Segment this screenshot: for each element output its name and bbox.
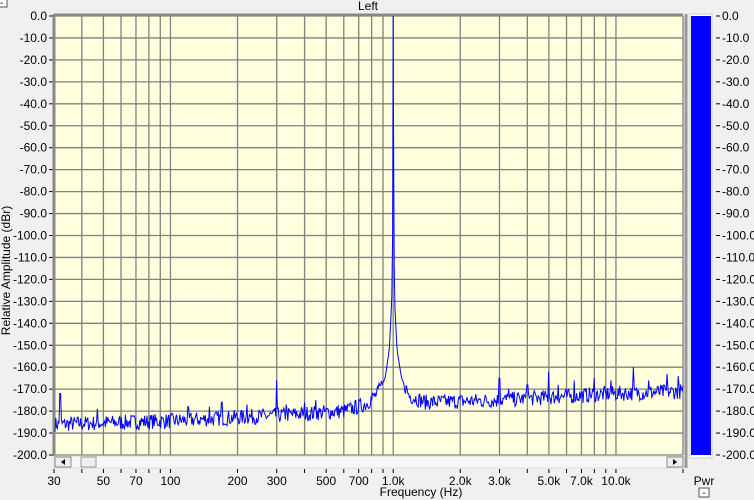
y-tick-label: -170.0 — [13, 382, 47, 396]
x-tick-label: 50 — [97, 474, 111, 488]
y-tick-label: -180.0 — [13, 404, 47, 418]
y-tick-label: -30.0 — [20, 75, 48, 89]
y-tick-label: 0.0 — [30, 9, 47, 23]
meter-tick-label: -90.0 — [722, 207, 750, 221]
x-tick-label: 5.0k — [538, 474, 562, 488]
meter-tick-label: -140.0 — [722, 316, 754, 330]
y-tick-label: -90.0 — [20, 207, 48, 221]
meter-bar — [691, 16, 711, 455]
x-tick-label: 500 — [316, 474, 336, 488]
x-tick-label: 7.0k — [570, 474, 594, 488]
meter-tick-label: -80.0 — [722, 185, 750, 199]
meter-tick-label: -200.0 — [722, 448, 754, 462]
meter-label: Pwr — [694, 474, 715, 488]
meter-tick-label: -10.0 — [722, 31, 750, 45]
x-tick-label: 10.0k — [601, 474, 631, 488]
meter-tick-label: -100.0 — [722, 229, 754, 243]
meter-tick-label: -30.0 — [722, 75, 750, 89]
x-tick-label: 300 — [267, 474, 287, 488]
y-tick-label: -80.0 — [20, 185, 48, 199]
x-tick-label: 70 — [129, 474, 143, 488]
meter-tick-label: -50.0 — [722, 119, 750, 133]
y-tick-label: -130.0 — [13, 294, 47, 308]
meter-tick-label: -190.0 — [722, 426, 754, 440]
meter-tick-label: -40.0 — [722, 97, 750, 111]
spectrum-chart: Left-0.0-10.0-20.0-30.0-40.0-50.0-60.0-7… — [0, 0, 754, 499]
x-tick-label: 700 — [349, 474, 369, 488]
y-tick-label: -110.0 — [14, 250, 47, 264]
y-axis-label: Relative Amplitude (dBr) — [0, 206, 13, 335]
horizontal-scrollbar[interactable] — [53, 455, 684, 469]
meter-tick-label: -110.0 — [722, 250, 754, 264]
meter-tick-label: -70.0 — [722, 163, 750, 177]
meter-tick-label: -60.0 — [722, 141, 750, 155]
y-tick-label: -160.0 — [13, 360, 47, 374]
y-tick-label: -140.0 — [13, 316, 47, 330]
scrollbar-thumb[interactable] — [80, 456, 97, 468]
chart-title: Left — [358, 0, 379, 13]
y-tick-label: -10.0 — [20, 31, 48, 45]
meter-tick-label: -160.0 — [722, 360, 754, 374]
y-tick-label: -150.0 — [13, 338, 47, 352]
meter-collapse-label: - — [702, 488, 705, 499]
y-tick-label: -70.0 — [20, 163, 48, 177]
y-tick-label: -60.0 — [20, 141, 48, 155]
x-tick-label: 100 — [160, 474, 180, 488]
meter-tick-label: -130.0 — [722, 294, 754, 308]
meter-tick-label: -120.0 — [722, 272, 754, 286]
y-tick-label: -50.0 — [20, 119, 48, 133]
meter-tick-label: -170.0 — [722, 382, 754, 396]
y-tick-label: -200.0 — [13, 448, 47, 462]
y-tick-label: -120.0 — [13, 272, 47, 286]
x-tick-label: 200 — [228, 474, 248, 488]
x-tick-label: 3.0k — [488, 474, 512, 488]
y-tick-label: -190.0 — [13, 426, 47, 440]
x-tick-label: 30 — [47, 474, 61, 488]
collapse-button-label: - — [0, 0, 3, 9]
meter-tick-label: -150.0 — [722, 338, 754, 352]
x-axis-label: Frequency (Hz) — [380, 485, 463, 499]
meter-tick-label: -20.0 — [722, 53, 750, 67]
y-tick-label: -40.0 — [20, 97, 48, 111]
y-tick-label: -20.0 — [20, 53, 48, 67]
meter-tick-label: 0.0 — [722, 9, 739, 23]
meter-tick-label: -180.0 — [722, 404, 754, 418]
y-tick-label: -100.0 — [13, 229, 47, 243]
